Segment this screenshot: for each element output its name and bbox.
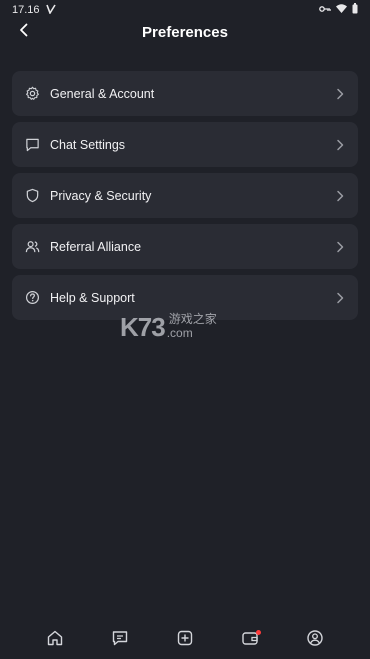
watermark-brand: K73 bbox=[120, 312, 166, 342]
bottom-nav bbox=[0, 622, 370, 659]
nav-home-button[interactable] bbox=[43, 629, 67, 653]
menu-item-label: Help & Support bbox=[50, 290, 135, 305]
menu-item-privacy-security[interactable]: Privacy & Security bbox=[12, 173, 358, 218]
help-icon bbox=[24, 290, 40, 306]
nav-profile-button[interactable] bbox=[303, 629, 327, 653]
chevron-right-icon bbox=[334, 292, 346, 304]
back-arrow-icon bbox=[19, 23, 29, 42]
chevron-right-icon bbox=[334, 190, 346, 202]
menu-item-referral-alliance[interactable]: Referral Alliance bbox=[12, 224, 358, 269]
notification-badge bbox=[256, 629, 262, 635]
profile-icon bbox=[306, 629, 324, 652]
add-icon bbox=[176, 629, 194, 652]
menu-item-label: Privacy & Security bbox=[50, 188, 152, 203]
battery-icon bbox=[352, 3, 358, 17]
gear-icon bbox=[24, 86, 40, 102]
key-icon bbox=[319, 4, 331, 16]
menu-item-label: Referral Alliance bbox=[50, 239, 142, 254]
watermark-cn-text: 游戏之家 bbox=[168, 312, 217, 326]
chevron-right-icon bbox=[334, 241, 346, 253]
status-time: 17.16 bbox=[12, 4, 40, 16]
chevron-right-icon bbox=[334, 88, 346, 100]
watermark-logo: K73 游戏之家 .com bbox=[120, 312, 260, 344]
preferences-menu: General & Account Chat Settings Privacy … bbox=[12, 71, 358, 320]
nav-wallet-button[interactable] bbox=[238, 629, 262, 653]
watermark-domain: .com bbox=[166, 326, 193, 340]
chat-icon bbox=[111, 629, 129, 652]
back-button[interactable] bbox=[14, 22, 34, 42]
menu-item-label: Chat Settings bbox=[50, 137, 126, 152]
header: Preferences bbox=[0, 20, 370, 44]
nav-add-button[interactable] bbox=[173, 629, 197, 653]
wifi-icon bbox=[336, 4, 347, 16]
menu-item-label: General & Account bbox=[50, 86, 155, 101]
status-bar: 17.16 bbox=[0, 0, 370, 20]
check-icon bbox=[45, 4, 56, 17]
nav-chat-button[interactable] bbox=[108, 629, 132, 653]
chevron-right-icon bbox=[334, 139, 346, 151]
users-icon bbox=[24, 239, 40, 255]
home-icon bbox=[46, 629, 64, 652]
menu-item-chat-settings[interactable]: Chat Settings bbox=[12, 122, 358, 167]
chat-icon bbox=[24, 137, 40, 153]
shield-icon bbox=[24, 188, 40, 204]
page-title: Preferences bbox=[142, 23, 228, 41]
menu-item-general-account[interactable]: General & Account bbox=[12, 71, 358, 116]
